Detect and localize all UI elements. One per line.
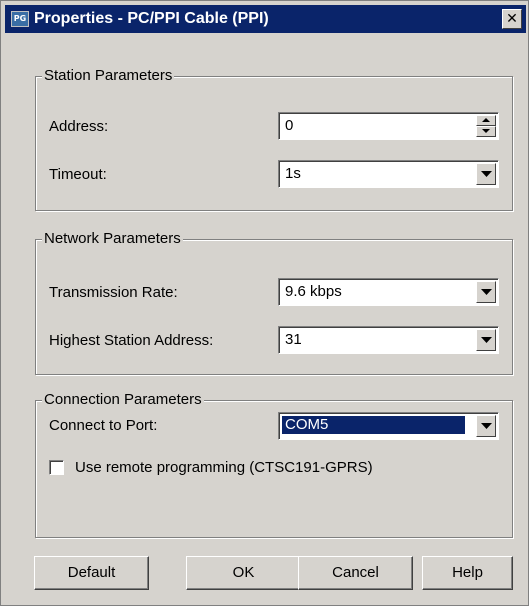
chevron-down-icon — [481, 337, 492, 343]
connect-to-port-label: Connect to Port: — [49, 417, 158, 434]
timeout-dropdown[interactable]: 1s — [278, 160, 499, 188]
network-parameters-group: Network Parameters — [35, 230, 513, 375]
timeout-dropdown-button[interactable] — [476, 163, 496, 185]
address-value[interactable]: 0 — [285, 117, 293, 134]
default-button[interactable]: Default — [34, 556, 149, 590]
network-parameters-legend: Network Parameters — [42, 230, 183, 247]
spin-up-icon — [482, 118, 490, 122]
transmission-rate-value: 9.6 kbps — [285, 283, 342, 300]
title-bar[interactable]: PG Properties - PC/PPI Cable (PPI) ✕ — [5, 5, 526, 33]
connect-to-port-dropdown[interactable]: COM5 — [278, 412, 499, 440]
properties-dialog: PG Properties - PC/PPI Cable (PPI) ✕ Sta… — [0, 0, 529, 606]
connection-parameters-legend: Connection Parameters — [42, 391, 204, 408]
highest-station-address-label: Highest Station Address: — [49, 332, 214, 349]
close-icon: ✕ — [506, 11, 518, 27]
chevron-down-icon — [481, 171, 492, 177]
app-icon: PG — [11, 11, 29, 27]
close-button[interactable]: ✕ — [502, 9, 522, 29]
spin-up-button[interactable] — [476, 115, 496, 126]
timeout-label: Timeout: — [49, 166, 107, 183]
remote-programming-label[interactable]: Use remote programming (CTSC191-GPRS) — [75, 459, 373, 476]
highest-station-address-dropdown[interactable]: 31 — [278, 326, 499, 354]
highest-station-address-value: 31 — [285, 331, 302, 348]
chevron-down-icon — [481, 423, 492, 429]
station-parameters-group: Station Parameters — [35, 67, 513, 211]
help-button[interactable]: Help — [422, 556, 513, 590]
transmission-rate-dropdown[interactable]: 9.6 kbps — [278, 278, 499, 306]
address-label: Address: — [49, 118, 109, 135]
spin-down-button[interactable] — [476, 126, 496, 137]
remote-programming-checkbox[interactable] — [49, 460, 64, 475]
cancel-button[interactable]: Cancel — [298, 556, 413, 590]
address-spin-buttons — [476, 115, 496, 137]
chevron-down-icon — [481, 289, 492, 295]
transmission-rate-dropdown-button[interactable] — [476, 281, 496, 303]
connect-to-port-dropdown-button[interactable] — [476, 415, 496, 437]
window-title: Properties - PC/PPI Cable (PPI) — [34, 10, 269, 27]
station-parameters-legend: Station Parameters — [42, 67, 175, 84]
ok-button[interactable]: OK — [186, 556, 301, 590]
highest-station-address-dropdown-button[interactable] — [476, 329, 496, 351]
transmission-rate-label: Transmission Rate: — [49, 284, 178, 301]
address-spinner[interactable]: 0 — [278, 112, 499, 140]
timeout-value: 1s — [285, 165, 301, 182]
spin-down-icon — [482, 129, 490, 133]
connect-to-port-value: COM5 — [281, 415, 466, 435]
